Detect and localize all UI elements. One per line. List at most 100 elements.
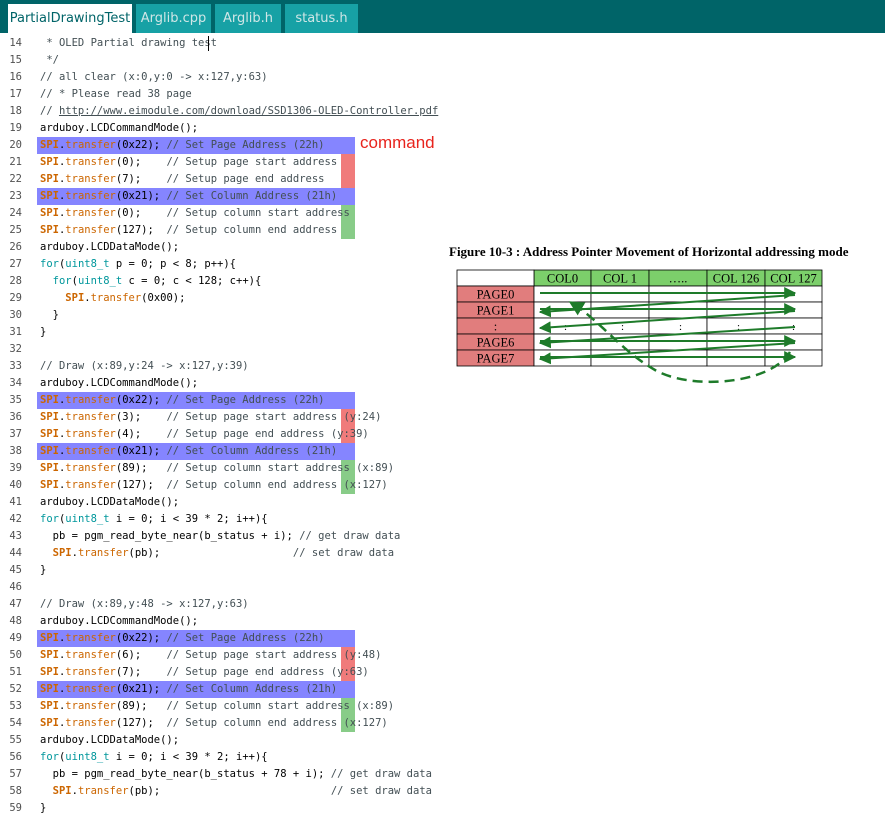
code-line[interactable]: 46 bbox=[0, 579, 885, 596]
line-code: SPI.transfer(89); // Setup column start … bbox=[40, 462, 395, 474]
code-line[interactable]: 29 SPI.transfer(0x00); bbox=[0, 290, 885, 307]
code-line[interactable]: 31} bbox=[0, 324, 885, 341]
code-line[interactable]: 20 SPI.transfer(0x22); // Set Page Addres… bbox=[0, 137, 885, 154]
line-number: 50 bbox=[9, 649, 22, 661]
tab-arglib-h[interactable]: Arglib.h bbox=[215, 4, 281, 33]
line-code: SPI.transfer(0); // Setup column start a… bbox=[40, 207, 350, 219]
line-number: 49 bbox=[9, 632, 22, 644]
tab-status-h[interactable]: status.h bbox=[285, 4, 358, 33]
code-line[interactable]: 59} bbox=[0, 800, 885, 817]
figure-title: Figure 10-3 : Address Pointer Movement o… bbox=[449, 244, 849, 259]
line-number: 18 bbox=[9, 105, 22, 117]
code-line[interactable]: 50 SPI.transfer(6); // Setup page start a… bbox=[0, 647, 885, 664]
line-code: // http://www.eimodule.com/download/SSD1… bbox=[40, 105, 439, 117]
line-code: // Draw (x:89,y:48 -> x:127,y:63) bbox=[40, 598, 249, 610]
code-line[interactable]: 24 SPI.transfer(0); // Setup column start… bbox=[0, 205, 885, 222]
line-code: SPI.transfer(0x21); // Set Column Addres… bbox=[40, 683, 338, 695]
line-number: 20 bbox=[9, 139, 22, 151]
line-code: arduboy.LCDDataMode(); bbox=[40, 734, 180, 746]
line-code: SPI.transfer(pb); // set draw data bbox=[52, 785, 432, 797]
code-line[interactable]: 32 bbox=[0, 341, 885, 358]
code-line[interactable]: 58 SPI.transfer(pb); // set draw data bbox=[0, 783, 885, 800]
code-line[interactable]: 40 SPI.transfer(127); // Setup column end… bbox=[0, 477, 885, 494]
code-line[interactable]: 41 arduboy.LCDDataMode(); bbox=[0, 494, 885, 511]
code-line[interactable]: 49 SPI.transfer(0x22); // Set Page Addres… bbox=[0, 630, 885, 647]
code-line[interactable]: 30 } bbox=[0, 307, 885, 324]
code-line[interactable]: 33 // Draw (x:89,y:24 -> x:127,y:39) bbox=[0, 358, 885, 375]
line-code: SPI.transfer(6); // Setup page start add… bbox=[40, 649, 382, 661]
code-line[interactable]: 51 SPI.transfer(7); // Setup page end add… bbox=[0, 664, 885, 681]
line-code: for(uint8_t i = 0; i < 39 * 2; i++){ bbox=[40, 751, 268, 763]
page-address-marker bbox=[341, 171, 355, 188]
code-line[interactable]: 57 pb = pgm_read_byte_near(b_status + 78… bbox=[0, 766, 885, 783]
code-line[interactable]: 14 * OLED Partial drawing test bbox=[0, 35, 885, 52]
line-number: 16 bbox=[9, 71, 22, 83]
code-line[interactable]: 44 SPI.transfer(pb); // set draw data bbox=[0, 545, 885, 562]
page-address-marker bbox=[341, 154, 355, 171]
line-code: } bbox=[40, 802, 47, 814]
line-code: SPI.transfer(89); // Setup column start … bbox=[40, 700, 395, 712]
line-code: SPI.transfer(7); // Setup page end addre… bbox=[40, 173, 325, 185]
line-code: pb = pgm_read_byte_near(b_status + 78 + … bbox=[40, 768, 432, 780]
line-code: arduboy.LCDDataMode(); bbox=[40, 496, 180, 508]
line-number: 14 bbox=[9, 37, 22, 49]
code-editor[interactable]: 14 * OLED Partial drawing test 15 */16// … bbox=[0, 33, 885, 823]
code-line[interactable]: 34 arduboy.LCDCommandMode(); bbox=[0, 375, 885, 392]
code-line[interactable]: 35 SPI.transfer(0x22); // Set Page Addres… bbox=[0, 392, 885, 409]
code-line[interactable]: 36 SPI.transfer(3); // Setup page start a… bbox=[0, 409, 885, 426]
code-line[interactable]: 16 // all clear (x:0,y:0 -> x:127,y:63) bbox=[0, 69, 885, 86]
line-code: SPI.transfer(0x21); // Set Column Addres… bbox=[40, 190, 338, 202]
code-line[interactable]: 15 */ bbox=[0, 52, 885, 69]
line-code: SPI.transfer(127); // Setup column end a… bbox=[40, 479, 388, 491]
code-line[interactable]: 21 SPI.transfer(0); // Setup page start a… bbox=[0, 154, 885, 171]
line-number: 41 bbox=[9, 496, 22, 508]
code-line[interactable]: 47 // Draw (x:89,y:48 -> x:127,y:63) bbox=[0, 596, 885, 613]
code-line[interactable]: 25 SPI.transfer(127); // Setup column end… bbox=[0, 222, 885, 239]
column-address-marker bbox=[341, 222, 355, 239]
line-number: 48 bbox=[9, 615, 22, 627]
code-line[interactable]: 22 SPI.transfer(7); // Setup page end add… bbox=[0, 171, 885, 188]
code-line[interactable]: 55 arduboy.LCDDataMode(); bbox=[0, 732, 885, 749]
code-line[interactable]: 28 for(uint8_t c = 0; c < 128; c++){ bbox=[0, 273, 885, 290]
code-line[interactable]: 45} bbox=[0, 562, 885, 579]
line-code: } bbox=[40, 309, 59, 321]
line-number: 45 bbox=[9, 564, 22, 576]
line-code: SPI.transfer(0); // Setup page start add… bbox=[40, 156, 338, 168]
code-line[interactable]: 17 // * Please read 38 page bbox=[0, 86, 885, 103]
code-line[interactable]: 56 for(uint8_t i = 0; i < 39 * 2; i++){ bbox=[0, 749, 885, 766]
code-line[interactable]: 19 arduboy.LCDCommandMode(); bbox=[0, 120, 885, 137]
code-line[interactable]: 54 SPI.transfer(127); // Setup column end… bbox=[0, 715, 885, 732]
line-code: arduboy.LCDCommandMode(); bbox=[40, 615, 199, 627]
code-line[interactable]: 42 for(uint8_t i = 0; i < 39 * 2; i++){ bbox=[0, 511, 885, 528]
line-code: * OLED Partial drawing test bbox=[40, 37, 218, 49]
code-line[interactable]: 23 SPI.transfer(0x21); // Set Column Addr… bbox=[0, 188, 885, 205]
line-number: 53 bbox=[9, 700, 22, 712]
code-line[interactable]: 38 SPI.transfer(0x21); // Set Column Addr… bbox=[0, 443, 885, 460]
line-code: // Draw (x:89,y:24 -> x:127,y:39) bbox=[40, 360, 249, 372]
line-number: 51 bbox=[9, 666, 22, 678]
code-line[interactable]: 18 // http://www.eimodule.com/download/SS… bbox=[0, 103, 885, 120]
tab-arglib-cpp[interactable]: Arglib.cpp bbox=[136, 4, 211, 33]
line-number: 29 bbox=[9, 292, 22, 304]
line-code: arduboy.LCDDataMode(); bbox=[40, 241, 180, 253]
line-number: 34 bbox=[9, 377, 22, 389]
line-code: } bbox=[40, 326, 47, 338]
line-number: 36 bbox=[9, 411, 22, 423]
line-code: arduboy.LCDCommandMode(); bbox=[40, 122, 199, 134]
line-number: 56 bbox=[9, 751, 22, 763]
line-number: 37 bbox=[9, 428, 22, 440]
line-number: 22 bbox=[9, 173, 22, 185]
code-line[interactable]: 39 SPI.transfer(89); // Setup column star… bbox=[0, 460, 885, 477]
code-line[interactable]: 37 SPI.transfer(4); // Setup page end add… bbox=[0, 426, 885, 443]
code-line[interactable]: 53 SPI.transfer(89); // Setup column star… bbox=[0, 698, 885, 715]
line-code: // * Please read 38 page bbox=[40, 88, 192, 100]
line-number: 55 bbox=[9, 734, 22, 746]
line-code: SPI.transfer(0x22); // Set Page Address … bbox=[40, 394, 325, 406]
code-line[interactable]: 43 pb = pgm_read_byte_near(b_status + i)… bbox=[0, 528, 885, 545]
line-code: for(uint8_t c = 0; c < 128; c++){ bbox=[52, 275, 262, 287]
tab-partialdrawingtest[interactable]: PartialDrawingTest bbox=[8, 4, 132, 33]
line-number: 26 bbox=[9, 241, 22, 253]
line-code: SPI.transfer(4); // Setup page end addre… bbox=[40, 428, 369, 440]
code-line[interactable]: 52 SPI.transfer(0x21); // Set Column Addr… bbox=[0, 681, 885, 698]
code-line[interactable]: 48 arduboy.LCDCommandMode(); bbox=[0, 613, 885, 630]
